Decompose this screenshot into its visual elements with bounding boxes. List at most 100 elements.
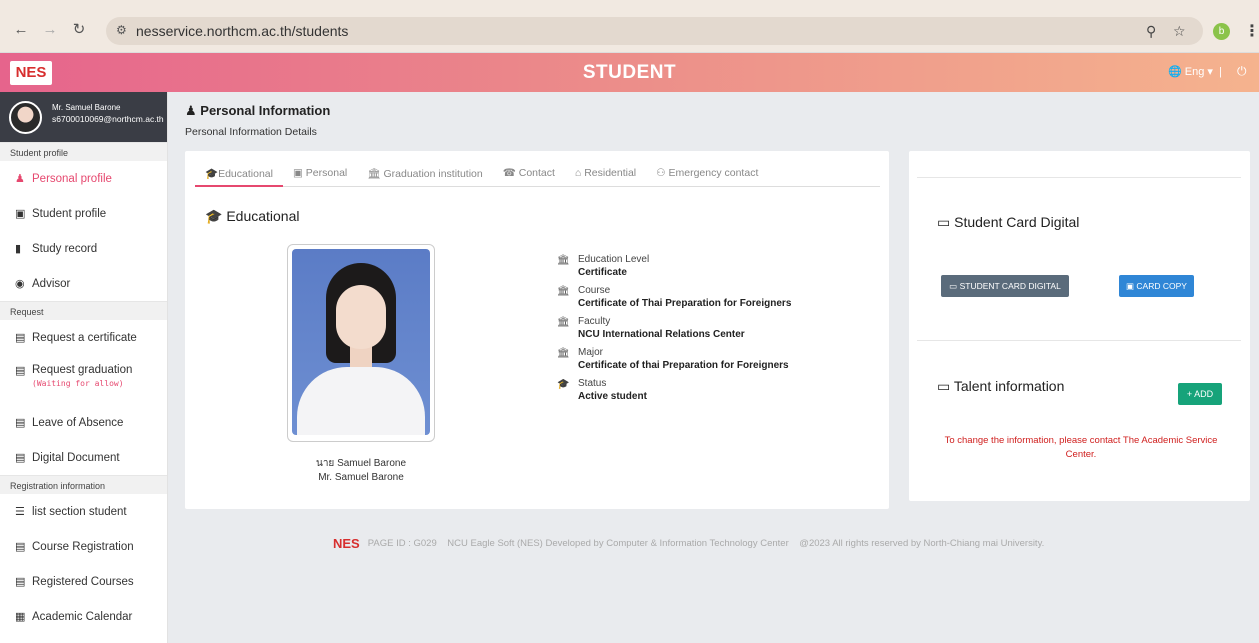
student-photo-frame — [287, 244, 435, 442]
add-talent-button[interactable]: + ADD — [1178, 383, 1222, 405]
file-icon: ▤ — [15, 452, 26, 464]
logout-icon[interactable]: ⏻ — [1237, 64, 1247, 79]
reload-icon[interactable]: ↻ — [68, 19, 90, 41]
tab-bar: 🎓Educational ▣ Personal 🏛 Graduation ins… — [195, 163, 880, 187]
credit-card-icon: ▭ — [937, 378, 951, 394]
tab-label: Graduation institution — [383, 168, 483, 180]
student-photo — [292, 249, 430, 435]
site-info-icon[interactable]: ⚙ — [116, 23, 127, 37]
forward-icon[interactable]: → — [39, 19, 61, 41]
page-heading: ♟ Personal Information Personal Informat… — [185, 103, 330, 138]
sidebar-item-course-registration[interactable]: ▤ Course Registration — [0, 529, 167, 564]
tab-contact[interactable]: ☎ Contact — [493, 163, 565, 187]
browser-menu-icon[interactable]: ⋮ — [1244, 21, 1259, 41]
browser-profile-avatar[interactable]: b — [1213, 23, 1230, 40]
list-icon: ☰ — [15, 506, 25, 518]
nes-logo[interactable]: NES — [10, 61, 52, 85]
user-icon: ♟ — [185, 103, 197, 118]
sidebar-item-advisor[interactable]: ◉ Advisor — [0, 266, 167, 301]
sidebar-section-registration: Registration information — [0, 475, 167, 494]
sidebar-item-leave-of-absence[interactable]: ▤ Leave of Absence — [0, 405, 167, 440]
language-label: Eng — [1184, 66, 1205, 78]
user-name: Mr. Samuel Barone — [52, 103, 121, 112]
sidebar: Mr. Samuel Barone s6700010069@northcm.ac… — [0, 92, 168, 643]
page-title: ♟ Personal Information — [185, 103, 330, 119]
info-label: Major — [578, 347, 604, 358]
sidebar-item-label: Advisor — [32, 277, 71, 290]
sidebar-item-personal-profile[interactable]: ♟ Personal profile — [0, 161, 167, 196]
footer: NES PAGE ID : G029 NCU Eagle Soft (NES) … — [333, 536, 1044, 551]
sidebar-item-list-section[interactable]: ☰ list section student — [0, 494, 167, 529]
user-icon: ♟ — [15, 173, 25, 185]
sidebar-item-label: list section student — [32, 505, 127, 518]
zoom-icon[interactable]: ⚲ — [1146, 23, 1156, 40]
sidebar-section-request: Request — [0, 301, 167, 320]
user-email: s6700010069@northcm.ac.th — [52, 114, 164, 124]
info-row-education-level: 🏛 Education Level Certificate — [557, 254, 791, 278]
sidebar-item-label: Personal profile — [32, 172, 112, 185]
info-label: Course — [578, 285, 611, 296]
sidebar-section-student-profile: Student profile — [0, 142, 167, 161]
tab-label: Personal — [305, 167, 348, 179]
user-box: Mr. Samuel Barone s6700010069@northcm.ac… — [0, 92, 167, 142]
sidebar-item-request-certificate[interactable]: ▤ Request a certificate — [0, 320, 167, 355]
student-card-title-text: Student Card Digital — [954, 214, 1080, 230]
bookmark-star-icon[interactable]: ☆ — [1173, 23, 1186, 40]
institution-icon: 🏛 — [367, 168, 384, 180]
sidebar-item-request-graduation[interactable]: ▤ Request graduation (Waiting for allow) — [0, 355, 167, 405]
language-selector[interactable]: 🌐 Eng ▾ | — [1168, 65, 1222, 78]
sidebar-item-label: Student profile — [32, 207, 107, 220]
sidebar-item-academic-calendar[interactable]: ▦ Academic Calendar — [0, 599, 167, 634]
tab-graduation-institution[interactable]: 🏛 Graduation institution — [357, 163, 492, 187]
sidebar-item-study-record[interactable]: ▮ Study record — [0, 231, 167, 266]
tab-emergency-contact[interactable]: ⚇ Emergency contact — [646, 163, 768, 187]
info-value: Certificate — [578, 267, 627, 278]
id-card-icon: ▣ — [15, 208, 26, 220]
sidebar-item-registered-courses[interactable]: ▤ Registered Courses — [0, 564, 167, 599]
url-text[interactable]: nesservice.northcm.ac.th/students — [136, 23, 348, 39]
student-card-digital-button[interactable]: ▭ STUDENT CARD DIGITAL — [941, 275, 1069, 297]
card-copy-button[interactable]: ▣ CARD COPY — [1119, 275, 1194, 297]
file-icon: ▤ — [15, 576, 26, 588]
sidebar-item-label: Request graduation — [32, 364, 133, 376]
sidebar-item-label: Study record — [32, 242, 98, 255]
institution-icon: 🏛 — [557, 317, 570, 328]
tab-residential[interactable]: ⌂ Residential — [565, 163, 646, 187]
phone-icon: ☎ — [502, 167, 519, 179]
student-card-panel: ▭ Student Card Digital ▭ STUDENT CARD DI… — [909, 151, 1250, 501]
file-icon: ▤ — [15, 332, 26, 344]
talent-title-text: Talent information — [953, 378, 1065, 394]
people-icon: ⚇ — [656, 167, 669, 179]
student-card-title: ▭ Student Card Digital — [937, 214, 1079, 231]
divider — [917, 340, 1241, 341]
credit-card-icon: ▭ — [949, 280, 958, 291]
graduation-cap-icon: 🎓 — [557, 379, 570, 390]
info-label: Education Level — [578, 254, 650, 265]
app-header: STUDENT NES 🌐 Eng ▾ | ⏻ — [0, 53, 1259, 92]
sidebar-item-student-profile[interactable]: ▣ Student profile — [0, 196, 167, 231]
graduation-cap-icon: 🎓 — [205, 208, 223, 224]
info-row-status: 🎓 Status Active student — [557, 378, 791, 402]
student-name-thai: นาย Samuel Barone — [315, 458, 407, 469]
educational-info-list: 🏛 Education Level Certificate 🏛 Course C… — [557, 254, 791, 409]
contact-notice: To change the information, please contac… — [944, 435, 1218, 460]
file-icon: ▤ — [15, 541, 26, 553]
address-bar[interactable]: ⚙ nesservice.northcm.ac.th/students ⚲ ☆ — [106, 17, 1203, 45]
tab-personal[interactable]: ▣ Personal — [283, 163, 357, 187]
sidebar-item-label: Request a certificate — [32, 331, 137, 344]
button-label: STUDENT CARD DIGITAL — [959, 280, 1061, 291]
section-title: 🎓 Educational — [205, 208, 300, 225]
back-icon[interactable]: ← — [10, 19, 32, 41]
sidebar-item-digital-document[interactable]: ▤ Digital Document — [0, 440, 167, 475]
bar-chart-icon: ▮ — [15, 243, 22, 255]
calendar-icon: ▦ — [15, 611, 26, 623]
footer-logo: NES — [333, 536, 360, 551]
user-circle-icon: ◉ — [15, 278, 25, 290]
browser-toolbar: ← → ↻ ⚙ nesservice.northcm.ac.th/student… — [0, 0, 1259, 53]
waiting-status: (Waiting for allow) — [32, 379, 124, 388]
sidebar-item-label: Leave of Absence — [32, 416, 124, 429]
graduation-cap-icon: 🎓 — [205, 168, 219, 180]
tab-educational[interactable]: 🎓Educational — [195, 163, 283, 187]
institution-icon: 🏛 — [557, 348, 570, 359]
sidebar-item-label: Course Registration — [32, 540, 134, 553]
